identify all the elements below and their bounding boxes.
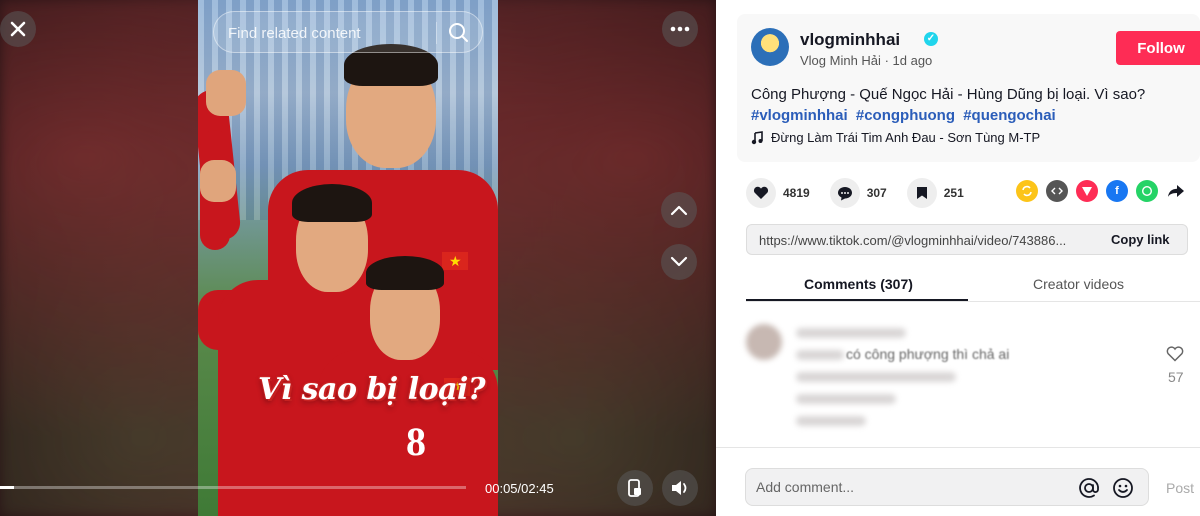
bookmark-icon (906, 178, 937, 208)
active-tab-indicator (746, 299, 968, 301)
related-search-input[interactable] (228, 22, 434, 44)
username[interactable]: vlogminhhai (800, 30, 900, 50)
embed-icon[interactable] (1046, 180, 1068, 202)
comment-input-box (745, 468, 1149, 506)
comment-text-placeholder (796, 350, 844, 360)
close-icon (10, 21, 26, 37)
separator-dot: · (884, 53, 893, 68)
send-icon[interactable] (1076, 180, 1098, 202)
video-frame[interactable]: 8 Vì sao bị loại? (198, 0, 498, 516)
posted-time: 1d ago (892, 53, 933, 68)
engagement-bar: 4819 307 251 (746, 177, 984, 209)
chevron-up-icon (670, 205, 688, 216)
captions-icon (628, 479, 641, 497)
music-link[interactable]: Đừng Làm Trái Tim Anh Đau - Sơn Tùng M-T… (751, 130, 1040, 145)
display-name: Vlog Minh Hải (800, 53, 881, 68)
volume-icon (672, 481, 687, 495)
comment-action[interactable]: 307 (829, 178, 887, 208)
save-count: 251 (943, 186, 964, 200)
music-note-icon (751, 130, 763, 144)
volume-button[interactable] (662, 470, 698, 506)
search-button[interactable] (446, 20, 472, 46)
share-arrow-icon[interactable] (1166, 181, 1186, 201)
captions-button[interactable] (617, 470, 653, 506)
more-dots-icon (670, 26, 690, 32)
comment-like-button[interactable] (1166, 346, 1184, 367)
heart-outline-icon (1166, 346, 1184, 362)
author-subline: Vlog Minh Hải · 1d ago (800, 53, 932, 68)
repost-icon[interactable] (1016, 180, 1038, 202)
comment-meta-placeholder (796, 372, 956, 382)
related-search (213, 11, 483, 53)
details-panel: vlogminhhai ✓ Vlog Minh Hải · 1d ago Fol… (716, 0, 1200, 516)
at-sign-icon (1079, 478, 1099, 498)
mention-button[interactable] (1078, 477, 1100, 499)
like-action[interactable]: 4819 (746, 178, 810, 208)
more-options-button[interactable] (662, 11, 698, 47)
post-info-card: vlogminhhai ✓ Vlog Minh Hải · 1d ago Fol… (737, 14, 1200, 162)
music-title: Đừng Làm Trái Tim Anh Đau - Sơn Tùng M-T… (771, 130, 1041, 145)
copy-link-button[interactable]: Copy link (1111, 232, 1170, 247)
comment-author-placeholder (796, 328, 906, 338)
tab-comments[interactable]: Comments (307) (804, 276, 913, 292)
post-comment-button[interactable]: Post (1166, 480, 1194, 496)
save-action[interactable]: 251 (906, 178, 964, 208)
comment-item: có công phượng thì chả ai 57 (746, 318, 1188, 436)
next-video-button[interactable] (661, 244, 697, 280)
jersey-number: 8 (406, 419, 426, 464)
share-link-text[interactable]: https://www.tiktok.com/@vlogminhhai/vide… (759, 233, 1094, 248)
share-link-box: https://www.tiktok.com/@vlogminhhai/vide… (746, 224, 1188, 255)
comment-meta-placeholder (796, 416, 866, 426)
facebook-icon[interactable]: f (1106, 180, 1128, 202)
comment-icon (829, 178, 860, 208)
follow-button[interactable]: Follow (1116, 31, 1200, 65)
video-progress-fill (0, 486, 14, 489)
comment-like-count: 57 (1168, 369, 1184, 385)
whatsapp-icon[interactable] (1136, 180, 1158, 202)
post-description: Công Phượng - Quế Ngọc Hải - Hùng Dũng b… (751, 86, 1146, 103)
video-progress-bar[interactable] (0, 486, 466, 489)
hashtag-link[interactable]: #vlogminhhai (751, 107, 848, 124)
avatar[interactable] (751, 28, 789, 66)
like-count: 4819 (783, 186, 810, 200)
heart-icon (746, 178, 776, 208)
emoji-button[interactable] (1112, 477, 1134, 499)
previous-video-button[interactable] (661, 192, 697, 228)
video-player[interactable]: 8 Vì sao bị loại? (0, 0, 716, 516)
chevron-down-icon (670, 256, 688, 267)
comment-input[interactable] (756, 479, 1056, 495)
hashtag-link[interactable]: #congphuong (856, 107, 955, 124)
search-icon (449, 23, 468, 42)
comment-meta-placeholder (796, 394, 896, 404)
tab-creator-videos[interactable]: Creator videos (1033, 276, 1124, 292)
hashtag-list: #vlogminhhai #congphuong #quengochai (751, 105, 1060, 126)
comment-count: 307 (866, 186, 887, 200)
comment-composer: Post (716, 447, 1200, 516)
video-time: 00:05/02:45 (485, 481, 554, 496)
video-caption-overlay: Vì sao bị loại? (258, 372, 486, 407)
close-button[interactable] (0, 11, 36, 47)
search-divider (436, 22, 437, 44)
verified-badge-icon: ✓ (924, 32, 938, 46)
comment-avatar[interactable] (746, 324, 782, 360)
smiley-icon (1113, 478, 1133, 498)
panel-tabs: Comments (307) Creator videos (746, 264, 1200, 302)
share-icons: f (1016, 180, 1186, 202)
hashtag-link[interactable]: #quengochai (963, 107, 1056, 124)
comment-text: có công phượng thì chả ai (846, 346, 1010, 362)
